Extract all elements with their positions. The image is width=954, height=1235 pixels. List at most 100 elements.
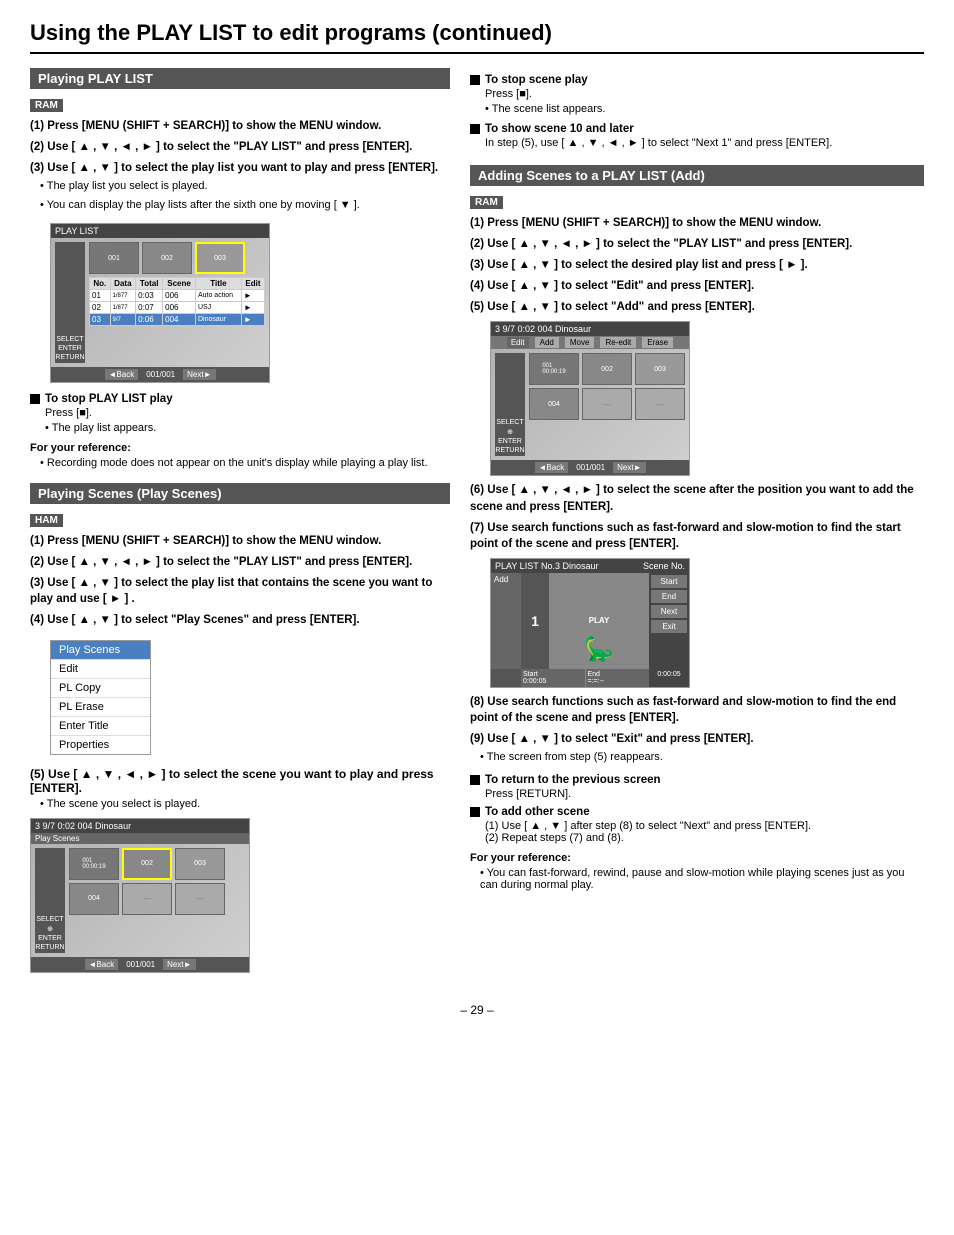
- step9-note: The screen from step (5) reappears.: [480, 750, 924, 765]
- add-other-step-1: (1) Use [ ▲ , ▼ ] after step (8) to sele…: [485, 820, 924, 832]
- menu-item-pl-erase[interactable]: PL Erase: [51, 698, 150, 717]
- start-button[interactable]: Start: [651, 575, 687, 588]
- section-playing-scenes: Playing Scenes (Play Scenes) HAM (1) Pre…: [30, 483, 450, 972]
- section-header-scenes: Playing Scenes (Play Scenes): [30, 483, 450, 504]
- menu-item-play-scenes[interactable]: Play Scenes: [51, 641, 150, 660]
- thumb-row-1: 00100:00:19 002 003: [69, 848, 245, 880]
- add-other-step-2: (2) Repeat steps (7) and (8).: [485, 832, 924, 844]
- add-steps-cont: (6) Use [ ▲ , ▼ , ◄ , ► ] to select the …: [470, 482, 924, 551]
- menu-item-edit[interactable]: Edit: [51, 660, 150, 679]
- step-1-play-list: (1) Press [MENU (SHIFT + SEARCH)] to sho…: [30, 118, 450, 134]
- page-title: Using the PLAY LIST to edit programs (co…: [30, 20, 924, 54]
- time-display: Start 0:00:05 End =:=:--: [521, 669, 649, 687]
- exit-button[interactable]: Exit: [651, 620, 687, 633]
- bullet-icon-stop: [30, 394, 40, 404]
- ram-badge-2: RAM: [470, 196, 503, 209]
- step-2-scenes: (2) Use [ ▲ , ▼ , ◄ , ► ] to select the …: [30, 554, 450, 570]
- step-3-scenes: (3) Use [ ▲ , ▼ ] to select the play lis…: [30, 575, 450, 607]
- play-list-table: No.DataTotalSceneTitleEdit 011/8770:0300…: [89, 277, 265, 326]
- right-column: To stop scene play Press [■]. The scene …: [470, 68, 924, 983]
- play-scenes-sidebar: SELECT ⊕ ENTER RETURN: [35, 848, 65, 953]
- step3-note-1: The play list you select is played.: [40, 179, 450, 194]
- scene-play-screen: PLAY LIST No.3 Dinosaur Scene No. Add 1: [490, 558, 690, 688]
- play-list-screen: PLAY LIST SELECT ENTER RETURN 00: [50, 223, 270, 383]
- back-btn-2[interactable]: ◄Back: [85, 959, 119, 970]
- reference-section-1: For your reference: Recording mode does …: [30, 442, 450, 469]
- step-5-scenes-container: (5) Use [ ▲ , ▼ , ◄ , ► ] to select the …: [30, 767, 450, 810]
- play-scenes-top-bar: 3 9/7 0:02 004 Dinosaur: [31, 819, 249, 833]
- add-steps: (1) Press [MENU (SHIFT + SEARCH)] to sho…: [470, 215, 924, 315]
- bullet-icon-stop-scene: [470, 75, 480, 85]
- move-btn[interactable]: Move: [565, 337, 595, 348]
- play-scenes-subtitle: Play Scenes: [31, 833, 249, 844]
- re-edit-btn[interactable]: Re-edit: [600, 337, 636, 348]
- next-btn-2[interactable]: Next►: [163, 959, 195, 970]
- scene-no-display: 0:00:05: [649, 669, 689, 687]
- stop-play-list-title: To stop PLAY LIST play: [30, 393, 450, 405]
- play-scenes-steps: (1) Press [MENU (SHIFT + SEARCH)] to sho…: [30, 533, 450, 628]
- menu-item-enter-title[interactable]: Enter Title: [51, 717, 150, 736]
- stop-play-list-section: To stop PLAY LIST play Press [■]. The pl…: [30, 393, 450, 434]
- return-section: To return to the previous screen Press […: [470, 774, 924, 844]
- stop-play-list-text: Press [■].: [45, 407, 450, 419]
- add-step-7: (7) Use search functions such as fast-fo…: [470, 520, 924, 552]
- show-scene-10-title: To show scene 10 and later: [470, 123, 924, 135]
- start-time-label: Start: [523, 671, 583, 678]
- stop-scene-note: The scene list appears.: [485, 103, 924, 115]
- section-header-play-list: Playing PLAY LIST: [30, 68, 450, 89]
- dino-icon: 🦕: [584, 635, 614, 664]
- add-btn[interactable]: Add: [535, 337, 559, 348]
- bullet-icon-return: [470, 775, 480, 785]
- step-1-scenes: (1) Press [MENU (SHIFT + SEARCH)] to sho…: [30, 533, 450, 549]
- add-step-2: (2) Use [ ▲ , ▼ , ◄ , ► ] to select the …: [470, 236, 924, 252]
- screen-top-bar: PLAY LIST: [51, 224, 269, 238]
- erase-btn[interactable]: Erase: [642, 337, 673, 348]
- step5-note: The scene you select is played.: [40, 798, 450, 810]
- play-scenes-screen: 3 9/7 0:02 004 Dinosaur Play Scenes SELE…: [30, 818, 250, 973]
- stop-scene-title: To stop scene play: [470, 74, 924, 86]
- add-step-9: (9) Use [ ▲ , ▼ ] to select "Exit" and p…: [470, 731, 924, 765]
- add-other-title: To add other scene: [470, 806, 924, 818]
- play-scenes-menu: Play Scenes Edit PL Copy PL Erase Enter …: [50, 640, 151, 755]
- thumb-s004: 004: [69, 883, 119, 915]
- end-time-label: End: [588, 671, 648, 678]
- back-btn[interactable]: ◄Back: [105, 369, 139, 380]
- thumb-001: 001: [89, 242, 139, 274]
- left-column: Playing PLAY LIST RAM (1) Press [MENU (S…: [30, 68, 450, 983]
- scene-top-bar: PLAY LIST No.3 Dinosaur Scene No.: [491, 559, 689, 573]
- next-btn-add[interactable]: Next►: [613, 462, 645, 473]
- scene-subtitle: Add: [494, 575, 518, 584]
- reference-note-2: You can fast-forward, rewind, pause and …: [480, 867, 924, 891]
- next-btn[interactable]: Next►: [183, 369, 215, 380]
- show-scene-10-text: In step (5), use [ ▲ , ▼ , ◄ , ► ] to se…: [485, 137, 924, 149]
- scene-time-bar: Start 0:00:05 End =:=:-- 0:00:05: [491, 669, 689, 687]
- menu-item-pl-copy[interactable]: PL Copy: [51, 679, 150, 698]
- reference-section-2: For your reference: You can fast-forward…: [470, 852, 924, 891]
- return-title: To return to the previous screen: [470, 774, 924, 786]
- add-thumb-001: 00100:00:19: [529, 353, 579, 385]
- add-step-4: (4) Use [ ▲ , ▼ ] to select "Edit" and p…: [470, 278, 924, 294]
- end-button[interactable]: End: [651, 590, 687, 603]
- scene-number: 1: [521, 573, 549, 669]
- scene-visual: PLAY 🦕: [549, 573, 649, 669]
- add-thumb-row-2: 004 --- ---: [529, 388, 685, 420]
- thumb-empty-1: ---: [122, 883, 172, 915]
- add-step-8: (8) Use search functions such as fast-fo…: [470, 694, 924, 726]
- page-number: – 29 –: [460, 1003, 493, 1017]
- section-playing-play-list: Playing PLAY LIST RAM (1) Press [MENU (S…: [30, 68, 450, 469]
- back-btn-add[interactable]: ◄Back: [535, 462, 569, 473]
- start-time-value: 0:00:05: [523, 678, 583, 685]
- add-buttons-bar: Edit Add Move Re-edit Erase: [491, 336, 689, 349]
- thumbnail-row-top: 001 002 003: [89, 242, 265, 274]
- add-thumb-004: 004: [529, 388, 579, 420]
- add-thumb-empty-1: ---: [582, 388, 632, 420]
- next-button[interactable]: Next: [651, 605, 687, 618]
- menu-item-properties[interactable]: Properties: [51, 736, 150, 754]
- add-step-6: (6) Use [ ▲ , ▼ , ◄ , ► ] to select the …: [470, 482, 924, 514]
- end-time-value: =:=:--: [588, 678, 648, 685]
- step-5-scenes: (5) Use [ ▲ , ▼ , ◄ , ► ] to select the …: [30, 767, 434, 795]
- step-4-scenes: (4) Use [ ▲ , ▼ ] to select "Play Scenes…: [30, 612, 450, 628]
- ram-badge-1: RAM: [30, 99, 63, 112]
- step3-note-2: You can display the play lists after the…: [40, 198, 450, 213]
- bullet-icon-add-other: [470, 807, 480, 817]
